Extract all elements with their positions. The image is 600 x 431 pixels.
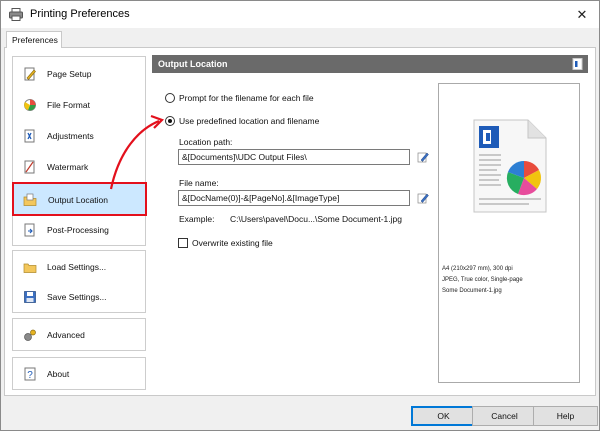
printing-preferences-window: Printing Preferences ✕ Preferences Page … [0, 0, 600, 431]
sidebar-item-load-settings[interactable]: Load Settings... [14, 252, 144, 282]
sidebar-group-advanced: Advanced [12, 318, 146, 351]
sidebar-item-adjustments[interactable]: Adjustments [14, 121, 144, 151]
sidebar-item-label: Output Location [48, 195, 109, 205]
location-path-input[interactable] [179, 150, 409, 164]
close-icon: ✕ [576, 6, 588, 22]
file-format-icon [24, 99, 36, 111]
help-button[interactable]: Help [533, 406, 598, 426]
sidebar-group-settings: Load Settings... Save Settings... [12, 250, 146, 313]
advanced-icon [24, 329, 36, 341]
sidebar-item-advanced[interactable]: Advanced [14, 320, 144, 350]
sidebar-group-about: ? About [12, 357, 146, 390]
sidebar-group-main: Page Setup File Format Adjustments Water… [12, 56, 147, 246]
location-path-field[interactable] [178, 149, 410, 165]
sidebar-item-label: Load Settings... [47, 262, 107, 272]
filename-macro-picker-icon[interactable] [417, 192, 429, 204]
file-name-input[interactable] [179, 191, 409, 205]
ok-button[interactable]: OK [411, 406, 476, 426]
sidebar-item-save-settings[interactable]: Save Settings... [14, 282, 144, 312]
sidebar-item-file-format[interactable]: File Format [14, 90, 144, 120]
sidebar-item-label: Adjustments [47, 131, 94, 141]
overwrite-checkbox[interactable] [178, 238, 188, 248]
file-name-field[interactable] [178, 190, 410, 206]
output-location-icon [23, 193, 37, 206]
predefined-location-radio[interactable] [165, 116, 175, 126]
adjustments-icon [24, 129, 35, 143]
page-setup-icon [24, 67, 36, 81]
prompt-filename-radio[interactable] [165, 93, 175, 103]
sidebar-item-label: Save Settings... [47, 292, 107, 302]
watermark-icon [24, 160, 35, 174]
title-bar[interactable]: Printing Preferences ✕ [1, 1, 599, 28]
preview-paper-info: A4 (210x297 mm), 300 dpi [442, 266, 513, 272]
tab-preferences[interactable]: Preferences [6, 31, 62, 48]
about-icon: ? [24, 367, 36, 381]
sidebar-item-label: Advanced [47, 330, 85, 340]
sidebar-item-label: About [47, 369, 70, 379]
preview-format-info: JPEG, True color, Single-page [442, 277, 523, 283]
file-name-label: File name: [179, 178, 219, 188]
prompt-filename-label: Prompt for the filename for each file [179, 93, 314, 103]
output-location-header: Output Location [152, 55, 588, 73]
save-settings-icon [24, 291, 36, 303]
sidebar-item-output-location[interactable]: Output Location [12, 182, 147, 216]
svg-text:?: ? [27, 370, 33, 381]
location-path-label: Location path: [179, 137, 233, 147]
sidebar-item-watermark[interactable]: Watermark [14, 152, 144, 182]
overwrite-label: Overwrite existing file [192, 238, 273, 248]
tab-preferences-label: Preferences [12, 35, 58, 45]
predefined-location-label: Use predefined location and filename [179, 116, 320, 126]
cancel-button[interactable]: Cancel [472, 406, 537, 426]
example-label: Example: [179, 214, 215, 224]
sidebar-item-label: File Format [47, 100, 90, 110]
example-value: C:\Users\pavel\Docu...\Some Document-1.j… [230, 214, 402, 224]
location-macro-picker-icon[interactable] [417, 151, 429, 163]
document-preview-icon [473, 119, 547, 213]
printer-icon [9, 8, 23, 21]
sidebar-item-about[interactable]: ? About [14, 359, 144, 389]
sidebar-item-label: Page Setup [47, 69, 92, 79]
sidebar-item-page-setup[interactable]: Page Setup [14, 59, 144, 89]
post-processing-icon [24, 223, 35, 237]
sidebar-item-label: Post-Processing [47, 225, 109, 235]
preview-pane: A4 (210x297 mm), 300 dpi JPEG, True colo… [438, 83, 580, 383]
document-info-icon[interactable] [572, 58, 583, 70]
load-settings-icon [23, 263, 37, 273]
window-title: Printing Preferences [30, 8, 130, 20]
close-button[interactable]: ✕ [565, 1, 599, 28]
preview-filename-info: Some Document-1.jpg [442, 288, 502, 294]
sidebar-item-post-processing[interactable]: Post-Processing [14, 215, 144, 245]
sidebar-item-label: Watermark [47, 162, 89, 172]
section-title: Output Location [158, 59, 228, 69]
